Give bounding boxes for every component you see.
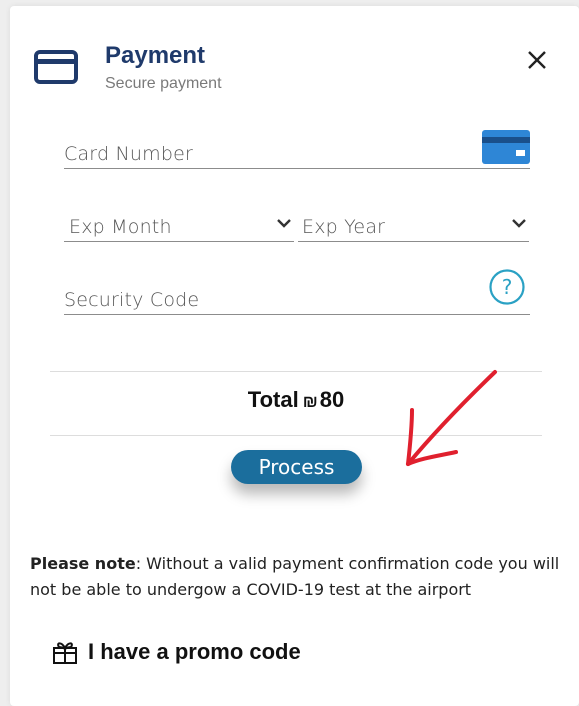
page-title: Payment — [105, 42, 206, 69]
page-subtitle: Secure payment — [105, 75, 222, 92]
note-bold-prefix: Please note — [30, 554, 136, 573]
credit-card-icon — [34, 50, 78, 84]
total-label: Total — [247, 387, 299, 412]
annotation-arrow — [406, 370, 497, 466]
question-circle-icon[interactable]: ? — [488, 268, 526, 306]
total-value: 80 — [319, 387, 345, 412]
chevron-down-icon — [512, 219, 526, 228]
exp-month-select[interactable]: Exp Month — [64, 209, 294, 242]
gift-icon — [53, 642, 77, 664]
currency-symbol: ₪ — [302, 392, 318, 411]
security-code-label: Security Code — [64, 289, 200, 311]
process-button[interactable]: Process — [231, 450, 362, 484]
exp-month-label: Exp Month — [69, 216, 172, 238]
security-code-input[interactable]: Security Code ? — [64, 269, 530, 315]
chevron-down-icon — [277, 219, 291, 228]
promo-code-link[interactable]: I have a promo code — [52, 639, 301, 665]
card-brand-icon — [482, 130, 530, 164]
promo-code-label: I have a promo code — [88, 639, 301, 664]
card-number-input[interactable]: Card Number — [64, 130, 530, 169]
exp-year-label: Exp Year — [302, 216, 386, 238]
card-number-label: Card Number — [64, 143, 194, 165]
close-icon[interactable] — [524, 47, 550, 73]
exp-year-select[interactable]: Exp Year — [298, 209, 529, 242]
payment-note: Please note: Without a valid payment con… — [30, 551, 570, 603]
svg-text:?: ? — [502, 275, 513, 299]
payment-panel: Payment Secure payment Card Number Exp M… — [10, 6, 579, 706]
